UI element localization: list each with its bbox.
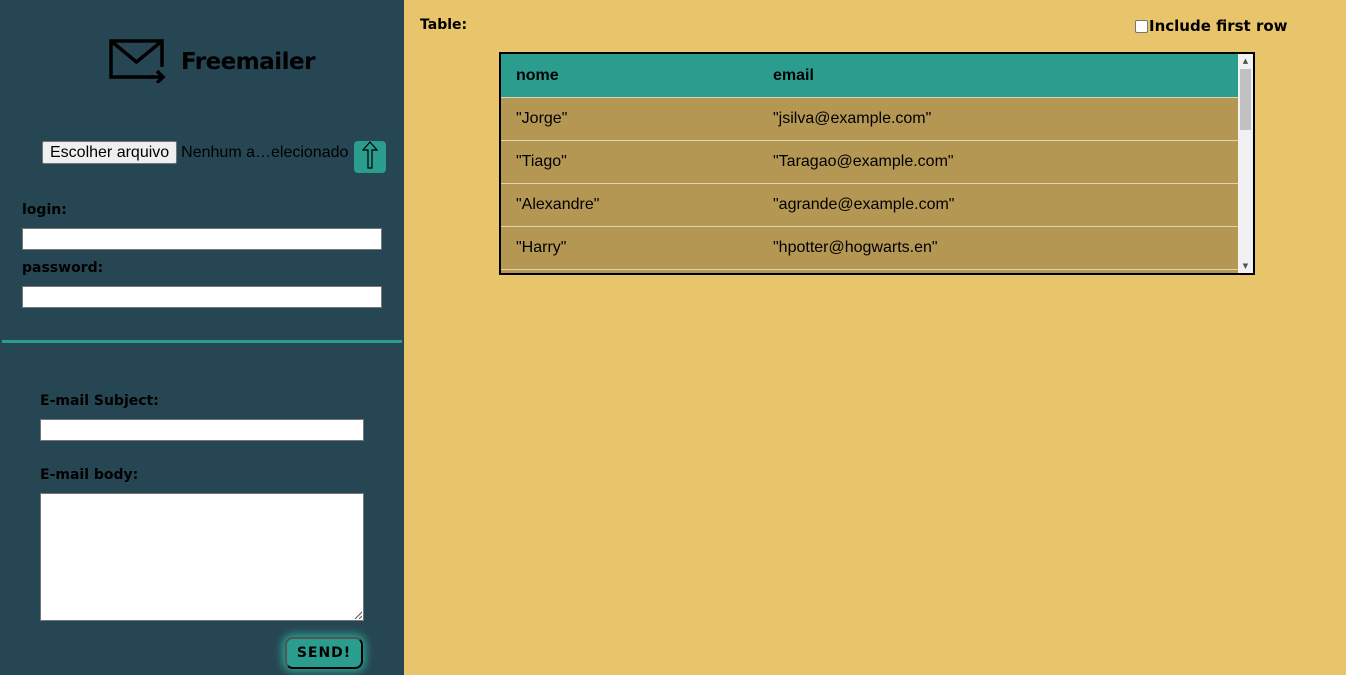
subject-label: E-mail Subject:	[40, 393, 159, 409]
password-field[interactable]	[22, 286, 382, 308]
column-header-nome: nome	[516, 67, 559, 84]
include-first-row-checkbox[interactable]	[1135, 19, 1148, 33]
scroll-down-icon[interactable]: ▼	[1238, 259, 1253, 273]
sidebar: Freemailer Escolher arquivo Nenhum a…ele…	[0, 0, 404, 675]
send-button[interactable]: SEND!	[285, 637, 363, 669]
cell-email: "hpotter@hogwarts.en"	[773, 239, 938, 256]
cell-nome: "Tiago"	[516, 153, 567, 170]
data-table: nome email "Jorge" "jsilva@example.com" …	[499, 52, 1255, 275]
column-header-email: email	[773, 67, 814, 84]
file-status-text: Nenhum a…elecionado	[181, 143, 349, 161]
body-label: E-mail body:	[40, 467, 139, 483]
scrollbar-thumb[interactable]	[1240, 69, 1251, 130]
table-row: "Jorge" "jsilva@example.com"	[501, 97, 1238, 139]
brand: Freemailer	[108, 37, 315, 87]
scroll-up-icon[interactable]: ▲	[1238, 54, 1253, 68]
choose-file-button[interactable]: Escolher arquivo	[42, 141, 178, 164]
table-row	[501, 269, 1238, 273]
table-row: "Alexandre" "agrande@example.com"	[501, 183, 1238, 225]
file-picker: Escolher arquivo Nenhum a…elecionado	[42, 141, 348, 164]
cell-email: "agrande@example.com"	[773, 196, 955, 213]
login-label: login:	[22, 202, 67, 218]
include-first-row-toggle[interactable]: Include first row	[1135, 17, 1288, 35]
cell-email: "jsilva@example.com"	[773, 110, 932, 127]
table-row: "Tiago" "Taragao@example.com"	[501, 140, 1238, 182]
app-title: Freemailer	[181, 49, 315, 75]
cell-nome: "Jorge"	[516, 110, 568, 127]
upload-button[interactable]	[354, 141, 386, 173]
divider	[2, 340, 402, 343]
arrow-up-icon	[361, 141, 379, 173]
login-field[interactable]	[22, 228, 382, 250]
email-body-textarea[interactable]	[40, 493, 364, 621]
cell-nome: "Alexandre"	[516, 196, 600, 213]
include-first-row-label: Include first row	[1149, 17, 1288, 35]
password-label: password:	[22, 260, 104, 276]
table-scrollbar[interactable]: ▲ ▼	[1238, 54, 1253, 273]
table-header: nome email	[501, 54, 1238, 97]
cell-nome: "Harry"	[516, 239, 567, 256]
cell-email: "Taragao@example.com"	[773, 153, 954, 170]
table-row: "Harry" "hpotter@hogwarts.en"	[501, 226, 1238, 268]
table-title: Table:	[420, 17, 468, 33]
envelope-icon	[108, 37, 166, 87]
subject-field[interactable]	[40, 419, 364, 441]
resize-grip-icon[interactable]	[354, 611, 362, 619]
